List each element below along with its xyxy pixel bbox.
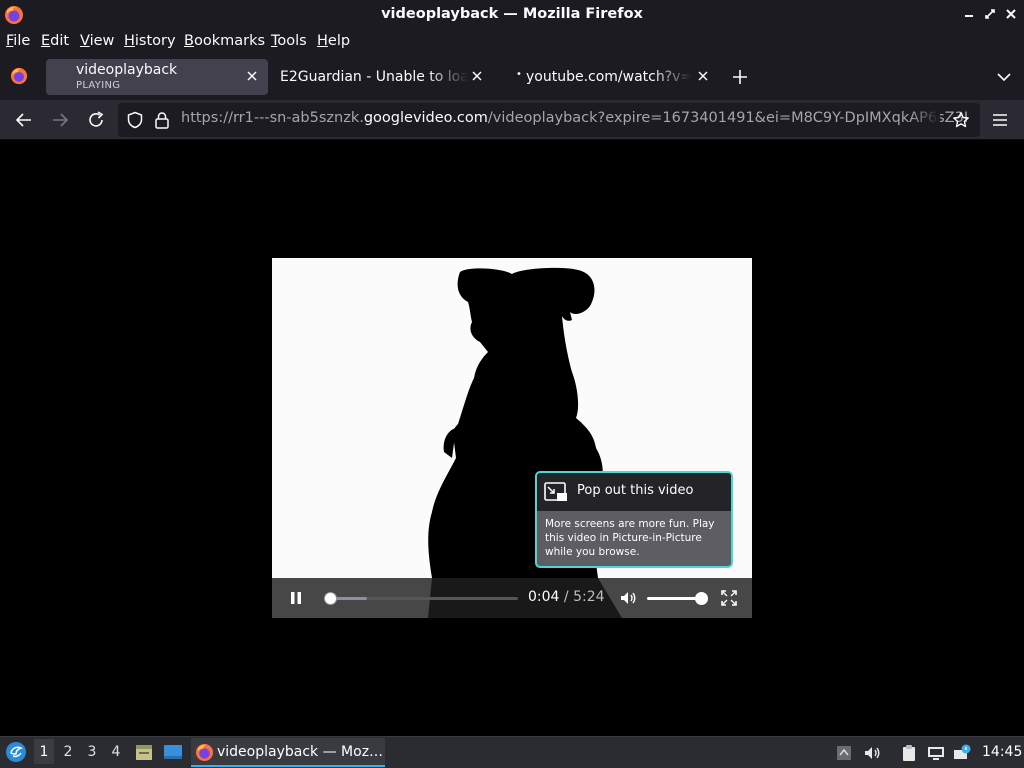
menu-bar: File Edit View History Bookmarks Tools H… bbox=[0, 30, 1024, 54]
window-title: videoplayback — Mozilla Firefox bbox=[381, 6, 643, 22]
tab-youtube[interactable]: • youtube.com/watch?v=9 bbox=[516, 59, 712, 95]
forward-arrow-icon[interactable] bbox=[50, 110, 70, 130]
menu-file[interactable]: File bbox=[6, 33, 30, 49]
pip-tooltip-body: More screens are more fun. Play this vid… bbox=[545, 518, 715, 558]
back-arrow-icon[interactable] bbox=[14, 110, 34, 130]
menu-edit[interactable]: Edit bbox=[41, 33, 69, 49]
workspace-4[interactable]: 4 bbox=[106, 744, 126, 760]
video-controls-bar: 0:04 / 5:24 bbox=[272, 578, 752, 618]
tab-videoplayback[interactable]: videoplayback PLAYING bbox=[46, 59, 268, 95]
menu-bookmarks[interactable]: Bookmarks bbox=[184, 33, 265, 49]
close-tab-icon[interactable] bbox=[470, 69, 484, 83]
picture-in-picture-icon bbox=[544, 482, 567, 501]
url-text: https://rr1---sn-ab5sznzk.googlevideo.co… bbox=[181, 110, 969, 126]
taskbar-window-label: videoplayback — Moz… bbox=[217, 744, 384, 760]
volume-speaker-icon[interactable] bbox=[619, 589, 637, 607]
window-titlebar: videoplayback — Mozilla Firefox bbox=[0, 0, 1024, 30]
playback-time: 0:04 / 5:24 bbox=[528, 589, 605, 605]
show-desktop-icon[interactable] bbox=[163, 744, 183, 760]
url-bar[interactable]: https://rr1---sn-ab5sznzk.googlevideo.co… bbox=[118, 103, 980, 137]
new-tab-plus-icon[interactable] bbox=[731, 68, 749, 86]
pip-tooltip-title: Pop out this video bbox=[577, 483, 694, 498]
clock: 14:45 bbox=[982, 744, 1023, 760]
tab-playing-label: PLAYING bbox=[76, 80, 121, 91]
reload-icon[interactable] bbox=[86, 110, 106, 130]
volume-tray-icon[interactable] bbox=[863, 744, 881, 762]
tray-expand-icon[interactable] bbox=[835, 744, 853, 762]
tab-e2guardian[interactable]: E2Guardian - Unable to load bbox=[280, 59, 486, 95]
padlock-icon[interactable] bbox=[154, 111, 170, 129]
workspace-2[interactable]: 2 bbox=[58, 744, 78, 760]
pip-tooltip[interactable]: Pop out this video More screens are more… bbox=[535, 471, 733, 568]
bookmark-star-icon[interactable] bbox=[952, 111, 970, 129]
taskbar-firefox-window[interactable]: videoplayback — Moz… bbox=[191, 738, 385, 767]
file-manager-icon[interactable] bbox=[135, 743, 153, 761]
tracking-protection-shield-icon[interactable] bbox=[126, 111, 144, 129]
video-scrubber[interactable] bbox=[323, 592, 518, 605]
tab-bar: videoplayback PLAYING E2Guardian - Unabl… bbox=[0, 54, 1024, 100]
menu-history[interactable]: History bbox=[124, 33, 176, 49]
network-tray-icon[interactable] bbox=[927, 744, 945, 762]
taskbar: 1 2 3 4 videoplayback — Moz… 14:45 bbox=[0, 736, 1024, 768]
tab-dot-icon: • bbox=[516, 69, 522, 80]
current-time: 0:04 bbox=[528, 589, 560, 605]
firefox-view-icon[interactable] bbox=[10, 67, 28, 85]
minimize-icon[interactable] bbox=[961, 6, 977, 22]
screen: videoplayback — Mozilla Firefox File Edi… bbox=[0, 0, 1024, 768]
updates-tray-icon[interactable] bbox=[953, 744, 971, 762]
start-menu-icon[interactable] bbox=[5, 741, 27, 763]
close-window-icon[interactable] bbox=[1003, 6, 1019, 22]
restore-icon[interactable] bbox=[982, 6, 998, 22]
list-all-tabs-chevron-icon[interactable] bbox=[996, 70, 1012, 84]
volume-slider[interactable] bbox=[647, 592, 708, 605]
close-tab-icon[interactable] bbox=[245, 69, 259, 83]
page-content: 0:04 / 5:24 Pop out this video More scre… bbox=[0, 141, 1024, 736]
clipboard-tray-icon[interactable] bbox=[900, 744, 918, 762]
firefox-logo-icon bbox=[195, 743, 214, 762]
pip-tooltip-header: Pop out this video bbox=[537, 473, 731, 511]
menu-help[interactable]: Help bbox=[317, 33, 350, 49]
menu-view[interactable]: View bbox=[80, 33, 114, 49]
close-tab-icon[interactable] bbox=[696, 69, 710, 83]
menu-tools[interactable]: Tools bbox=[271, 33, 307, 49]
navigation-toolbar: https://rr1---sn-ab5sznzk.googlevideo.co… bbox=[0, 100, 1024, 140]
volume-thumb[interactable] bbox=[695, 592, 708, 605]
pause-icon[interactable] bbox=[288, 590, 304, 606]
fullscreen-icon[interactable] bbox=[721, 590, 737, 606]
scrubber-thumb[interactable] bbox=[323, 592, 337, 605]
duration: 5:24 bbox=[573, 589, 605, 605]
hamburger-menu-icon[interactable] bbox=[991, 112, 1009, 128]
workspace-1[interactable]: 1 bbox=[34, 739, 54, 764]
workspace-3[interactable]: 3 bbox=[82, 744, 102, 760]
tab-title: videoplayback bbox=[76, 62, 178, 78]
